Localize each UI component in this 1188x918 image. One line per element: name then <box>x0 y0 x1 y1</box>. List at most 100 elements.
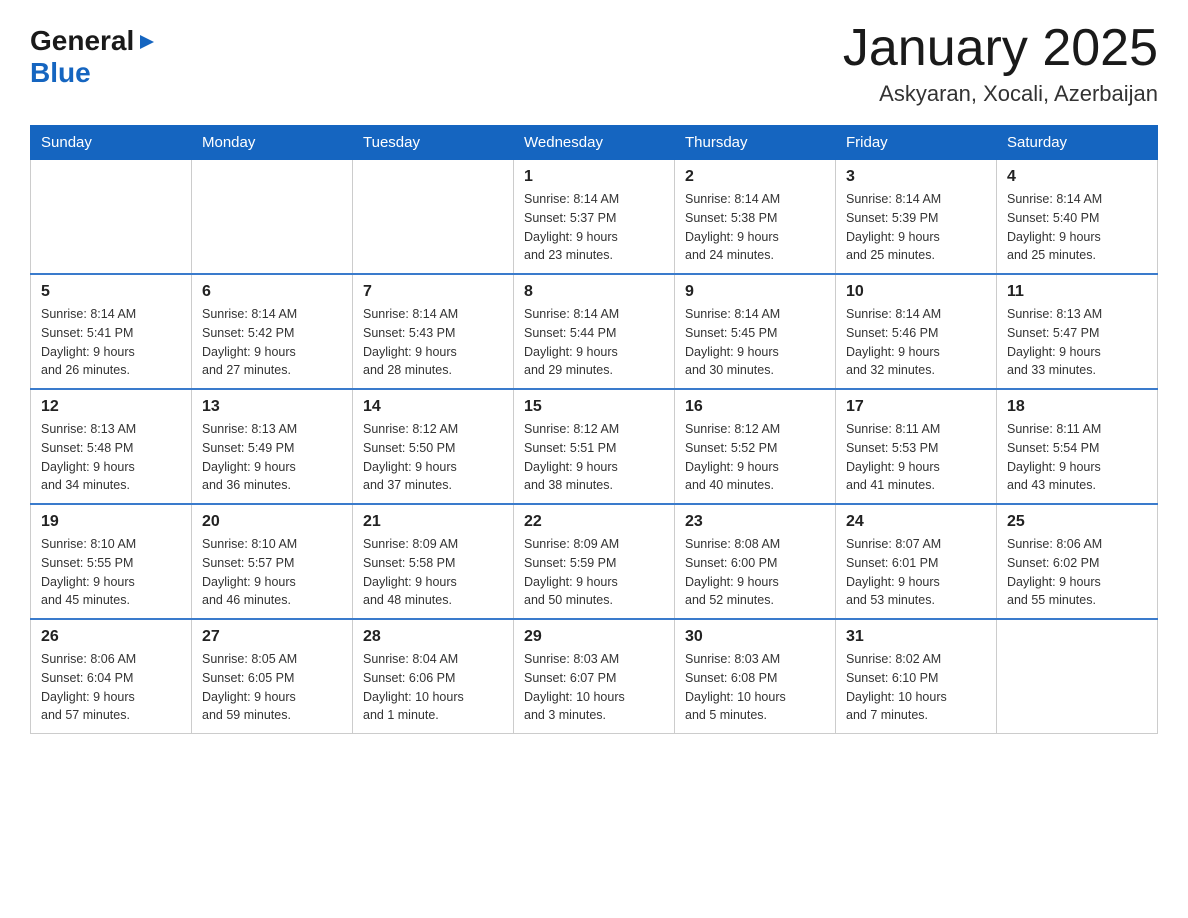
day-number: 24 <box>846 513 986 531</box>
day-number: 17 <box>846 398 986 416</box>
calendar-header-row: Sunday Monday Tuesday Wednesday Thursday… <box>31 126 1158 160</box>
day-info: Sunrise: 8:14 AMSunset: 5:44 PMDaylight:… <box>524 305 664 380</box>
day-info: Sunrise: 8:07 AMSunset: 6:01 PMDaylight:… <box>846 535 986 610</box>
day-number: 25 <box>1007 513 1147 531</box>
day-number: 29 <box>524 628 664 646</box>
calendar-cell: 23 Sunrise: 8:08 AMSunset: 6:00 PMDayligh… <box>675 504 836 619</box>
day-number: 5 <box>41 283 181 301</box>
calendar-row-0: 1 Sunrise: 8:14 AMSunset: 5:37 PMDaylight… <box>31 160 1158 275</box>
calendar-cell: 24 Sunrise: 8:07 AMSunset: 6:01 PMDayligh… <box>836 504 997 619</box>
day-info: Sunrise: 8:12 AMSunset: 5:52 PMDaylight:… <box>685 420 825 495</box>
calendar-cell: 19 Sunrise: 8:10 AMSunset: 5:55 PMDayligh… <box>31 504 192 619</box>
day-number: 3 <box>846 168 986 186</box>
calendar-cell <box>353 160 514 275</box>
day-number: 27 <box>202 628 342 646</box>
day-number: 14 <box>363 398 503 416</box>
calendar-cell: 20Sunrise: 8:10 AMSunset: 5:57 PMDayligh… <box>192 504 353 619</box>
day-number: 4 <box>1007 168 1147 186</box>
calendar-cell: 9 Sunrise: 8:14 AMSunset: 5:45 PMDaylight… <box>675 274 836 389</box>
calendar-cell: 15 Sunrise: 8:12 AMSunset: 5:51 PMDayligh… <box>514 389 675 504</box>
calendar-cell: 16 Sunrise: 8:12 AMSunset: 5:52 PMDayligh… <box>675 389 836 504</box>
calendar-row-2: 12 Sunrise: 8:13 AMSunset: 5:48 PMDayligh… <box>31 389 1158 504</box>
day-number: 26 <box>41 628 181 646</box>
day-number: 11 <box>1007 283 1147 301</box>
day-number: 1 <box>524 168 664 186</box>
calendar-cell: 11Sunrise: 8:13 AMSunset: 5:47 PMDayligh… <box>997 274 1158 389</box>
header-friday: Friday <box>836 126 997 160</box>
day-info: Sunrise: 8:04 AMSunset: 6:06 PMDaylight:… <box>363 650 503 725</box>
calendar-cell: 27 Sunrise: 8:05 AMSunset: 6:05 PMDayligh… <box>192 619 353 734</box>
calendar-cell: 25 Sunrise: 8:06 AMSunset: 6:02 PMDayligh… <box>997 504 1158 619</box>
calendar-cell <box>192 160 353 275</box>
day-info: Sunrise: 8:14 AMSunset: 5:42 PMDaylight:… <box>202 305 342 380</box>
logo-text-blue: Blue <box>30 57 91 88</box>
day-number: 8 <box>524 283 664 301</box>
day-number: 28 <box>363 628 503 646</box>
day-number: 6 <box>202 283 342 301</box>
day-info: Sunrise: 8:06 AMSunset: 6:02 PMDaylight:… <box>1007 535 1147 610</box>
calendar-cell: 22 Sunrise: 8:09 AMSunset: 5:59 PMDayligh… <box>514 504 675 619</box>
day-info: Sunrise: 8:02 AMSunset: 6:10 PMDaylight:… <box>846 650 986 725</box>
calendar-cell: 3Sunrise: 8:14 AMSunset: 5:39 PMDaylight… <box>836 160 997 275</box>
calendar-cell: 29 Sunrise: 8:03 AMSunset: 6:07 PMDayligh… <box>514 619 675 734</box>
calendar-cell: 8 Sunrise: 8:14 AMSunset: 5:44 PMDaylight… <box>514 274 675 389</box>
day-number: 13 <box>202 398 342 416</box>
day-info: Sunrise: 8:03 AMSunset: 6:08 PMDaylight:… <box>685 650 825 725</box>
header-thursday: Thursday <box>675 126 836 160</box>
calendar-cell: 7Sunrise: 8:14 AMSunset: 5:43 PMDaylight… <box>353 274 514 389</box>
day-number: 23 <box>685 513 825 531</box>
day-info: Sunrise: 8:14 AMSunset: 5:43 PMDaylight:… <box>363 305 503 380</box>
day-info: Sunrise: 8:05 AMSunset: 6:05 PMDaylight:… <box>202 650 342 725</box>
calendar-cell: 21Sunrise: 8:09 AMSunset: 5:58 PMDayligh… <box>353 504 514 619</box>
day-info: Sunrise: 8:14 AMSunset: 5:45 PMDaylight:… <box>685 305 825 380</box>
logo-text-general: General <box>30 25 134 57</box>
calendar-cell: 28 Sunrise: 8:04 AMSunset: 6:06 PMDayligh… <box>353 619 514 734</box>
day-number: 2 <box>685 168 825 186</box>
calendar-cell <box>31 160 192 275</box>
header-wednesday: Wednesday <box>514 126 675 160</box>
logo-arrow-icon <box>136 31 158 53</box>
calendar-row-4: 26 Sunrise: 8:06 AMSunset: 6:04 PMDayligh… <box>31 619 1158 734</box>
day-info: Sunrise: 8:08 AMSunset: 6:00 PMDaylight:… <box>685 535 825 610</box>
calendar-cell: 10 Sunrise: 8:14 AMSunset: 5:46 PMDayligh… <box>836 274 997 389</box>
day-number: 30 <box>685 628 825 646</box>
day-info: Sunrise: 8:14 AMSunset: 5:41 PMDaylight:… <box>41 305 181 380</box>
day-info: Sunrise: 8:10 AMSunset: 5:57 PMDaylight:… <box>202 535 342 610</box>
calendar-cell: 4 Sunrise: 8:14 AMSunset: 5:40 PMDaylight… <box>997 160 1158 275</box>
day-info: Sunrise: 8:14 AMSunset: 5:37 PMDaylight:… <box>524 190 664 265</box>
day-info: Sunrise: 8:12 AMSunset: 5:50 PMDaylight:… <box>363 420 503 495</box>
calendar-cell: 14 Sunrise: 8:12 AMSunset: 5:50 PMDayligh… <box>353 389 514 504</box>
day-number: 31 <box>846 628 986 646</box>
day-info: Sunrise: 8:09 AMSunset: 5:58 PMDaylight:… <box>363 535 503 610</box>
calendar-cell: 13Sunrise: 8:13 AMSunset: 5:49 PMDayligh… <box>192 389 353 504</box>
day-info: Sunrise: 8:12 AMSunset: 5:51 PMDaylight:… <box>524 420 664 495</box>
day-info: Sunrise: 8:03 AMSunset: 6:07 PMDaylight:… <box>524 650 664 725</box>
day-info: Sunrise: 8:14 AMSunset: 5:38 PMDaylight:… <box>685 190 825 265</box>
calendar-cell: 30 Sunrise: 8:03 AMSunset: 6:08 PMDayligh… <box>675 619 836 734</box>
day-info: Sunrise: 8:10 AMSunset: 5:55 PMDaylight:… <box>41 535 181 610</box>
day-number: 16 <box>685 398 825 416</box>
day-info: Sunrise: 8:13 AMSunset: 5:48 PMDaylight:… <box>41 420 181 495</box>
page-header: General Blue January 2025 Askyaran, Xoca… <box>30 20 1158 107</box>
calendar-cell: 17Sunrise: 8:11 AMSunset: 5:53 PMDayligh… <box>836 389 997 504</box>
title-block: January 2025 Askyaran, Xocali, Azerbaija… <box>843 20 1158 107</box>
day-number: 9 <box>685 283 825 301</box>
calendar-row-3: 19 Sunrise: 8:10 AMSunset: 5:55 PMDayligh… <box>31 504 1158 619</box>
day-info: Sunrise: 8:14 AMSunset: 5:46 PMDaylight:… <box>846 305 986 380</box>
calendar-cell: 6 Sunrise: 8:14 AMSunset: 5:42 PMDaylight… <box>192 274 353 389</box>
header-sunday: Sunday <box>31 126 192 160</box>
logo: General Blue <box>30 20 158 89</box>
day-number: 15 <box>524 398 664 416</box>
day-info: Sunrise: 8:09 AMSunset: 5:59 PMDaylight:… <box>524 535 664 610</box>
calendar-title: January 2025 <box>843 20 1158 77</box>
day-info: Sunrise: 8:06 AMSunset: 6:04 PMDaylight:… <box>41 650 181 725</box>
calendar-cell: 18 Sunrise: 8:11 AMSunset: 5:54 PMDayligh… <box>997 389 1158 504</box>
day-number: 22 <box>524 513 664 531</box>
day-number: 10 <box>846 283 986 301</box>
day-info: Sunrise: 8:11 AMSunset: 5:54 PMDaylight:… <box>1007 420 1147 495</box>
header-saturday: Saturday <box>997 126 1158 160</box>
day-info: Sunrise: 8:14 AMSunset: 5:40 PMDaylight:… <box>1007 190 1147 265</box>
day-number: 19 <box>41 513 181 531</box>
day-number: 12 <box>41 398 181 416</box>
day-number: 18 <box>1007 398 1147 416</box>
